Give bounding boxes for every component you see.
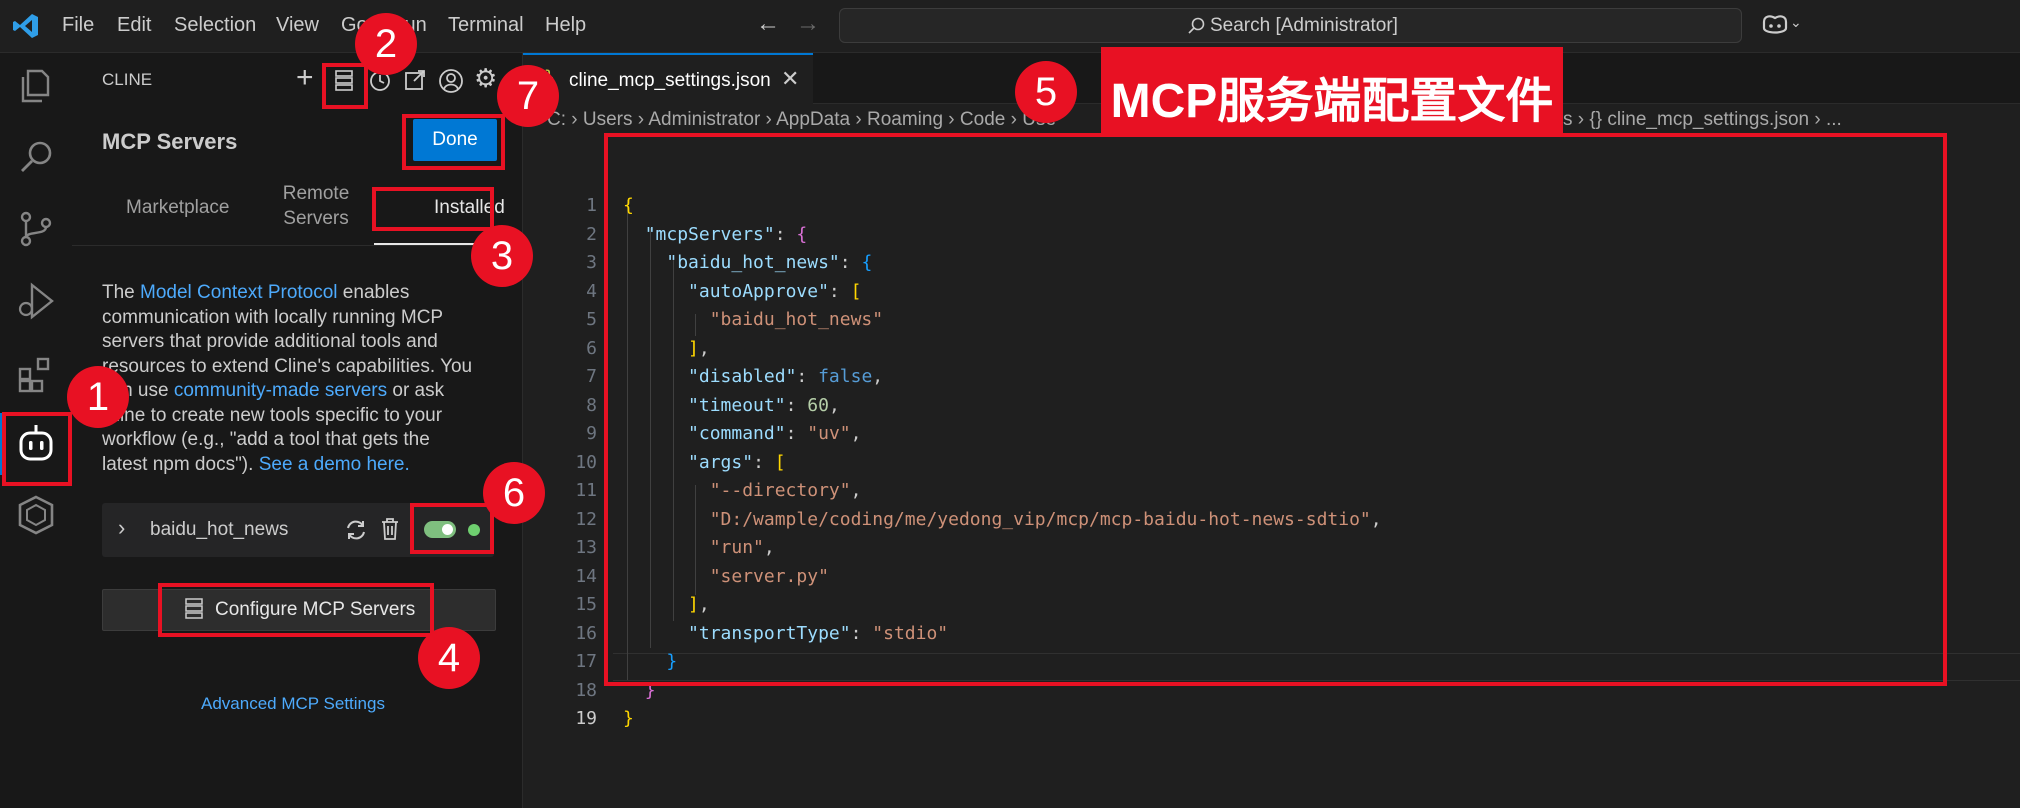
new-task-icon[interactable]: + — [296, 61, 314, 95]
vscode-logo-icon — [13, 14, 38, 38]
line-number: 17 — [575, 651, 597, 672]
line-number: 10 — [575, 452, 597, 473]
line-number: 11 — [575, 480, 597, 501]
annotation-badge: 4 — [418, 627, 480, 689]
chevron-down-icon[interactable]: ⌄ — [1790, 14, 1802, 31]
annotation-badge: 7 — [497, 65, 559, 127]
kubernetes-icon[interactable] — [14, 493, 58, 537]
panel-header: CLINE — [102, 70, 153, 89]
mcp-servers-title: MCP Servers — [102, 129, 238, 154]
line-number: 12 — [575, 509, 597, 530]
breadcrumb: C: › Users › Administrator › AppData › R… — [547, 109, 1056, 131]
menu-view[interactable]: View — [276, 14, 319, 37]
desc-text: servers that provide additional tools an… — [102, 331, 438, 352]
breadcrumb-item[interactable]: ... — [1826, 109, 1842, 130]
annotation-box — [604, 133, 1947, 686]
breadcrumb-file[interactable]: {} cline_mcp_settings.json — [1589, 109, 1809, 130]
breadcrumb-item[interactable]: Roaming — [867, 109, 943, 130]
model-context-protocol-link[interactable]: Model Context Protocol — [140, 282, 338, 303]
menu-edit[interactable]: Edit — [117, 14, 151, 37]
extensions-icon[interactable] — [14, 351, 58, 395]
forward-arrow-icon[interactable]: → — [796, 10, 820, 38]
annotation-box — [322, 63, 368, 109]
community-servers-link[interactable]: community-made servers — [174, 380, 387, 401]
annotation-badge: 5 — [1015, 61, 1077, 123]
breadcrumb-tail: s › {} cline_mcp_settings.json › ... — [1563, 109, 1842, 130]
desc-text: or ask — [387, 380, 445, 401]
annotation-badge: 6 — [483, 462, 545, 524]
line-number: 15 — [575, 594, 597, 615]
line-number: 3 — [586, 252, 597, 273]
breadcrumb-item[interactable]: AppData — [776, 109, 850, 130]
desc-text: resources to extend Cline's capabilities… — [102, 355, 473, 377]
breadcrumb-item[interactable]: Users — [583, 109, 633, 130]
line-number: 9 — [586, 423, 597, 444]
line-number: 8 — [586, 395, 597, 416]
desc-text: Cline to create new tools specific to yo… — [102, 404, 443, 426]
breadcrumb-item[interactable]: s — [1563, 109, 1573, 130]
tab-filename: cline_mcp_settings.json — [569, 70, 771, 91]
line-number: 7 — [586, 366, 597, 387]
advanced-mcp-settings-link[interactable]: Advanced MCP Settings — [201, 694, 385, 714]
mcp-description: The Model Context Protocol enables commu… — [102, 281, 502, 477]
close-icon[interactable]: ✕ — [781, 66, 799, 92]
annotation-box — [402, 114, 505, 170]
line-number: 18 — [575, 680, 597, 701]
menu-terminal[interactable]: Terminal — [448, 14, 524, 37]
popout-icon[interactable] — [403, 68, 427, 92]
line-number: 4 — [586, 281, 597, 302]
line-number: 14 — [575, 566, 597, 587]
source-control-icon[interactable] — [14, 207, 58, 251]
line-number: 2 — [586, 224, 597, 245]
search-box[interactable]: Search [Administrator] — [839, 8, 1742, 43]
annotation-banner-text: MCP服务端配置文件 — [1110, 75, 1554, 128]
chevron-right-icon[interactable]: › — [118, 515, 125, 541]
menu-file[interactable]: File — [62, 14, 94, 37]
annotation-box — [410, 503, 494, 554]
desc-text: communication with locally running MCP — [102, 306, 444, 328]
see-demo-link[interactable]: See a demo here. — [259, 454, 410, 475]
search-icon — [1188, 17, 1205, 34]
breadcrumb-item[interactable]: Code — [960, 109, 1005, 130]
annotation-banner: MCP服务端配置文件 — [1101, 47, 1563, 135]
run-debug-icon[interactable] — [14, 279, 58, 323]
trash-icon[interactable] — [380, 517, 400, 541]
server-name: baidu_hot_news — [150, 519, 289, 540]
annotation-badge: 2 — [355, 13, 417, 75]
title-bar: File Edit Selection View Go Run Terminal… — [0, 0, 2020, 53]
search-text: Search [Administrator] — [1210, 15, 1398, 36]
line-number: 1 — [586, 195, 597, 216]
line-number: 6 — [586, 338, 597, 359]
restart-icon[interactable] — [344, 518, 368, 542]
line-number: 19 — [575, 708, 597, 729]
desc-text: workflow (e.g., "add a tool that gets th… — [102, 429, 430, 450]
desc-text: latest npm docs"). — [102, 453, 259, 475]
line-number: 16 — [575, 623, 597, 644]
explorer-icon[interactable] — [14, 63, 58, 107]
menu-selection[interactable]: Selection — [174, 14, 256, 37]
settings-gear-icon[interactable]: ⚙ — [474, 63, 497, 94]
account-icon[interactable] — [438, 68, 464, 94]
annotation-badge: 1 — [67, 366, 129, 428]
tab-marketplace[interactable]: Marketplace — [126, 197, 230, 219]
tab-remote-line1: Remote — [282, 183, 350, 204]
annotation-box — [2, 412, 72, 486]
editor-tab[interactable]: {} cline_mcp_settings.json ✕ — [523, 53, 813, 105]
back-arrow-icon[interactable]: ← — [756, 10, 780, 38]
tab-remote-line2: Servers — [283, 208, 349, 229]
desc-text: The — [102, 282, 141, 303]
copilot-icon[interactable] — [1760, 12, 1790, 38]
tab-remote-servers[interactable]: Remote Servers — [268, 183, 364, 230]
code-line[interactable]: } — [623, 708, 634, 729]
annotation-badge: 3 — [471, 225, 533, 287]
search-icon[interactable] — [14, 135, 58, 179]
breadcrumb-item[interactable]: Administrator — [648, 109, 760, 130]
tabs-divider — [72, 245, 522, 246]
line-number: 13 — [575, 537, 597, 558]
line-number: 5 — [586, 309, 597, 330]
menu-help[interactable]: Help — [545, 14, 586, 37]
annotation-box — [158, 583, 434, 637]
desc-text: enables — [337, 282, 410, 303]
annotation-box — [372, 187, 494, 231]
